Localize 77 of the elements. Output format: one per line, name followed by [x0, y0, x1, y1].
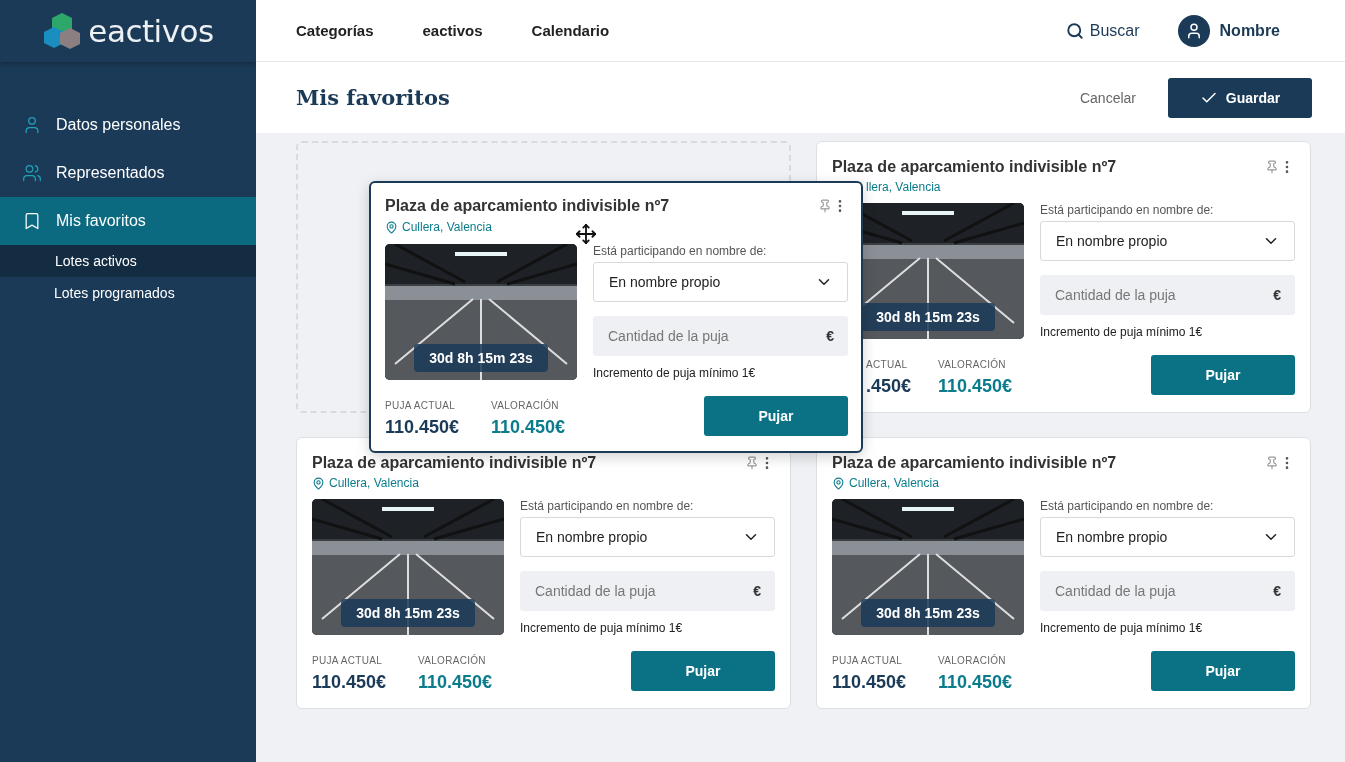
- logo-text: eactivos: [88, 13, 214, 49]
- representation-select[interactable]: En nombre propio: [520, 517, 775, 557]
- logo-icon: [42, 11, 83, 51]
- currency-symbol: €: [1273, 287, 1281, 303]
- valuation-label: VALORACIÓN: [938, 655, 1006, 666]
- currency-symbol: €: [826, 328, 834, 344]
- nav-link[interactable]: eactivos: [422, 22, 483, 39]
- save-button[interactable]: Guardar: [1168, 77, 1312, 118]
- representation-select[interactable]: En nombre propio: [593, 262, 848, 302]
- current-bid-label: ACTUAL: [866, 359, 908, 370]
- lot-title: Plaza de aparcamiento indivisible nº7: [832, 454, 1118, 472]
- avatar-icon[interactable]: [1177, 14, 1210, 47]
- nav-link[interactable]: Categorías: [296, 22, 374, 39]
- current-bid-value: 110.450€: [385, 417, 460, 438]
- valuation-value: 110.450€: [938, 672, 1013, 693]
- countdown-timer: 30d 8h 15m 23s: [861, 599, 995, 627]
- valuation-label: VALORACIÓN: [938, 359, 1006, 370]
- location-pin-icon: [385, 220, 398, 234]
- participating-label: Está participando en nombre de:: [1040, 499, 1215, 513]
- sidebar-item[interactable]: Datos personales: [0, 101, 256, 149]
- representation-select[interactable]: En nombre propio: [1040, 517, 1295, 557]
- move-cursor-icon: [575, 223, 597, 245]
- sidebar-label: Mis favoritos: [56, 212, 146, 230]
- representation-select[interactable]: En nombre propio: [1040, 221, 1295, 261]
- search-link[interactable]: Buscar: [1065, 21, 1140, 40]
- lot-location: Cullera, Valencia: [329, 476, 419, 490]
- cancel-button[interactable]: Cancelar: [1079, 89, 1136, 106]
- valuation-value: 110.450€: [418, 672, 493, 693]
- lot-location: Cullera, Valencia: [849, 476, 939, 490]
- countdown-timer: 30d 8h 15m 23s: [414, 344, 548, 372]
- location-pin-icon: [832, 476, 845, 490]
- currency-symbol: €: [1273, 583, 1281, 599]
- valuation-value: 110.450€: [938, 376, 1013, 397]
- min-increment-note: Incremento de puja mínimo 1€: [1040, 325, 1204, 339]
- current-bid-label: PUJA ACTUAL: [312, 655, 382, 666]
- lot-title: Plaza de aparcamiento indivisible nº7: [385, 197, 671, 216]
- sidebar-label: Datos personales: [56, 116, 181, 134]
- currency-symbol: €: [753, 583, 761, 599]
- lot-title: Plaza de aparcamiento indivisible nº7: [832, 158, 1118, 176]
- users-icon: [22, 163, 42, 183]
- valuation-label: VALORACIÓN: [418, 655, 486, 666]
- current-bid-label: PUJA ACTUAL: [385, 400, 455, 411]
- bid-button[interactable]: Pujar: [1151, 651, 1295, 691]
- participating-label: Está participando en nombre de:: [520, 499, 695, 513]
- dragged-lot-card[interactable]: [369, 181, 863, 453]
- location-pin-icon: [312, 476, 325, 490]
- sidebar-item[interactable]: Mis favoritos: [0, 197, 256, 245]
- current-bid-value: 110.450€: [832, 672, 907, 693]
- user-name[interactable]: Nombre: [1219, 21, 1280, 40]
- valuation-value: 110.450€: [491, 417, 566, 438]
- search-icon: [1065, 21, 1084, 40]
- lot-card[interactable]: [816, 141, 1311, 413]
- sidebar-item[interactable]: Representados: [0, 149, 256, 197]
- sidebar-subitem[interactable]: Lotes programados: [0, 277, 256, 309]
- lot-location: llera, Valencia: [866, 180, 941, 194]
- bid-button[interactable]: Pujar: [1151, 355, 1295, 395]
- countdown-timer: 30d 8h 15m 23s: [341, 599, 475, 627]
- valuation-label: VALORACIÓN: [491, 400, 559, 411]
- page-title: Mis favoritos: [296, 85, 451, 110]
- min-increment-note: Incremento de puja mínimo 1€: [520, 621, 684, 635]
- lot-title: Plaza de aparcamiento indivisible nº7: [312, 454, 598, 472]
- lot-location: Cullera, Valencia: [402, 220, 492, 235]
- lot-card[interactable]: [816, 437, 1311, 709]
- sidebar-label: Representados: [56, 164, 165, 182]
- bid-button[interactable]: Pujar: [704, 396, 848, 436]
- lot-card[interactable]: [296, 437, 791, 709]
- countdown-timer: 30d 8h 15m 23s: [861, 303, 995, 331]
- participating-label: Está participando en nombre de:: [593, 244, 768, 258]
- current-bid-value: 110.450€: [312, 672, 387, 693]
- nav-link[interactable]: Calendario: [531, 22, 610, 39]
- bid-button[interactable]: Pujar: [631, 651, 775, 691]
- sidebar-subitem[interactable]: Lotes activos: [0, 245, 256, 277]
- min-increment-note: Incremento de puja mínimo 1€: [593, 366, 757, 380]
- min-increment-note: Incremento de puja mínimo 1€: [1040, 621, 1204, 635]
- current-bid-value: .450€: [866, 376, 912, 397]
- participating-label: Está participando en nombre de:: [1040, 203, 1215, 217]
- current-bid-label: PUJA ACTUAL: [832, 655, 902, 666]
